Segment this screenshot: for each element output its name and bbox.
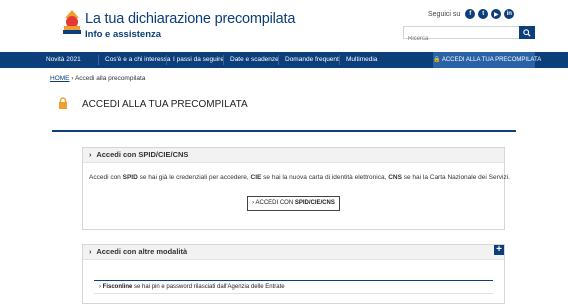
nav-accedi-label: ACCEDI ALLA TUA PRECOMPILATA bbox=[441, 57, 542, 63]
title-divider bbox=[52, 130, 516, 132]
panel-spid-header[interactable]: › Accedi con SPID/CIE/CNS bbox=[83, 148, 504, 163]
accedi-spid-label-bold: SPID/CIE/CNS bbox=[294, 200, 335, 206]
nav-divider bbox=[98, 55, 99, 65]
chevron-right-icon: › bbox=[89, 150, 92, 159]
site-title[interactable]: La tua dichiarazione precompilata bbox=[85, 11, 295, 27]
panel-altre-modalita: › Accedi con altre modalità bbox=[82, 244, 505, 304]
desc-text: se hai la nuova carta di identità elettr… bbox=[261, 174, 389, 181]
social-label: Seguici su bbox=[428, 10, 461, 18]
nav-divider bbox=[223, 55, 224, 65]
lock-icon: 🔒 bbox=[433, 57, 441, 63]
panel-spid: › Accedi con SPID/CIE/CNS Accedi con SPI… bbox=[82, 147, 510, 230]
site-header: La tua dichiarazione precompilata Info e… bbox=[0, 0, 568, 52]
expand-plus-button[interactable]: + bbox=[494, 245, 504, 255]
search-icon bbox=[523, 28, 531, 37]
desc-spid: SPID bbox=[122, 174, 138, 181]
linkedin-icon[interactable]: in bbox=[504, 9, 515, 19]
search-box bbox=[403, 26, 535, 45]
facebook-icon[interactable]: f bbox=[465, 9, 476, 19]
desc-cie: CIE bbox=[250, 174, 262, 181]
nav-item-passi[interactable]: I passi da seguire bbox=[173, 52, 224, 68]
accedi-spid-label: ACCEDI CON bbox=[255, 200, 295, 206]
twitter-icon[interactable]: t bbox=[478, 9, 489, 19]
agenzia-entrate-logo[interactable] bbox=[60, 8, 84, 36]
nav-divider bbox=[166, 55, 167, 65]
main-nav: Novità 2021 Cos'è e a chi interessa I pa… bbox=[0, 52, 568, 68]
padlock-icon bbox=[59, 97, 67, 109]
panel-altre-heading: Accedi con altre modalità bbox=[96, 247, 188, 256]
social-links: Seguici su f t ▶ in bbox=[428, 9, 515, 19]
desc-cns: CNS bbox=[388, 174, 402, 181]
desc-text: se hai la Carta Nazionale dei Servizi. bbox=[401, 174, 510, 181]
nav-item-novita[interactable]: Novità 2021 bbox=[46, 52, 81, 68]
breadcrumb-home-link[interactable]: HOME bbox=[50, 75, 70, 82]
accedi-spid-button[interactable]: › ACCEDI CON SPID/CIE/CNS bbox=[247, 196, 340, 211]
nav-item-date[interactable]: Date e scadenze bbox=[230, 52, 279, 68]
breadcrumb: HOME › Accedi alla precompilata bbox=[50, 75, 145, 82]
fisconline-label: Fisconline bbox=[102, 284, 133, 290]
chevron-right-icon: › bbox=[89, 247, 92, 256]
search-input[interactable] bbox=[404, 33, 522, 45]
fisconline-desc: se hai pin e password rilasciati dall'Ag… bbox=[132, 284, 285, 290]
fisconline-option[interactable]: › Fisconline se hai pin e password rilas… bbox=[94, 280, 493, 294]
panel-spid-description: Accedi con SPID se hai già le credenzial… bbox=[89, 174, 510, 181]
panel-altre-header[interactable]: › Accedi con altre modalità bbox=[83, 245, 504, 260]
search-button[interactable] bbox=[519, 26, 535, 39]
nav-item-domande[interactable]: Domande frequenti bbox=[285, 52, 340, 68]
page-title: ACCEDI ALLA TUA PRECOMPILATA bbox=[82, 99, 248, 110]
youtube-icon[interactable]: ▶ bbox=[491, 9, 502, 19]
breadcrumb-current: Accedi alla precompilata bbox=[74, 75, 146, 82]
nav-divider bbox=[339, 55, 340, 65]
nav-item-multimedia[interactable]: Multimedia bbox=[346, 52, 377, 68]
panel-spid-heading: Accedi con SPID/CIE/CNS bbox=[96, 150, 189, 159]
desc-text: Accedi con bbox=[89, 174, 123, 181]
nav-divider bbox=[278, 55, 279, 65]
desc-text: se hai già le credenziali per accedere, bbox=[137, 174, 251, 181]
nav-accedi-button[interactable]: 🔒 ACCEDI ALLA TUA PRECOMPILATA bbox=[433, 52, 541, 68]
site-subtitle: Info e assistenza bbox=[85, 29, 162, 40]
nav-item-cose[interactable]: Cos'è e a chi interessa bbox=[105, 52, 171, 68]
